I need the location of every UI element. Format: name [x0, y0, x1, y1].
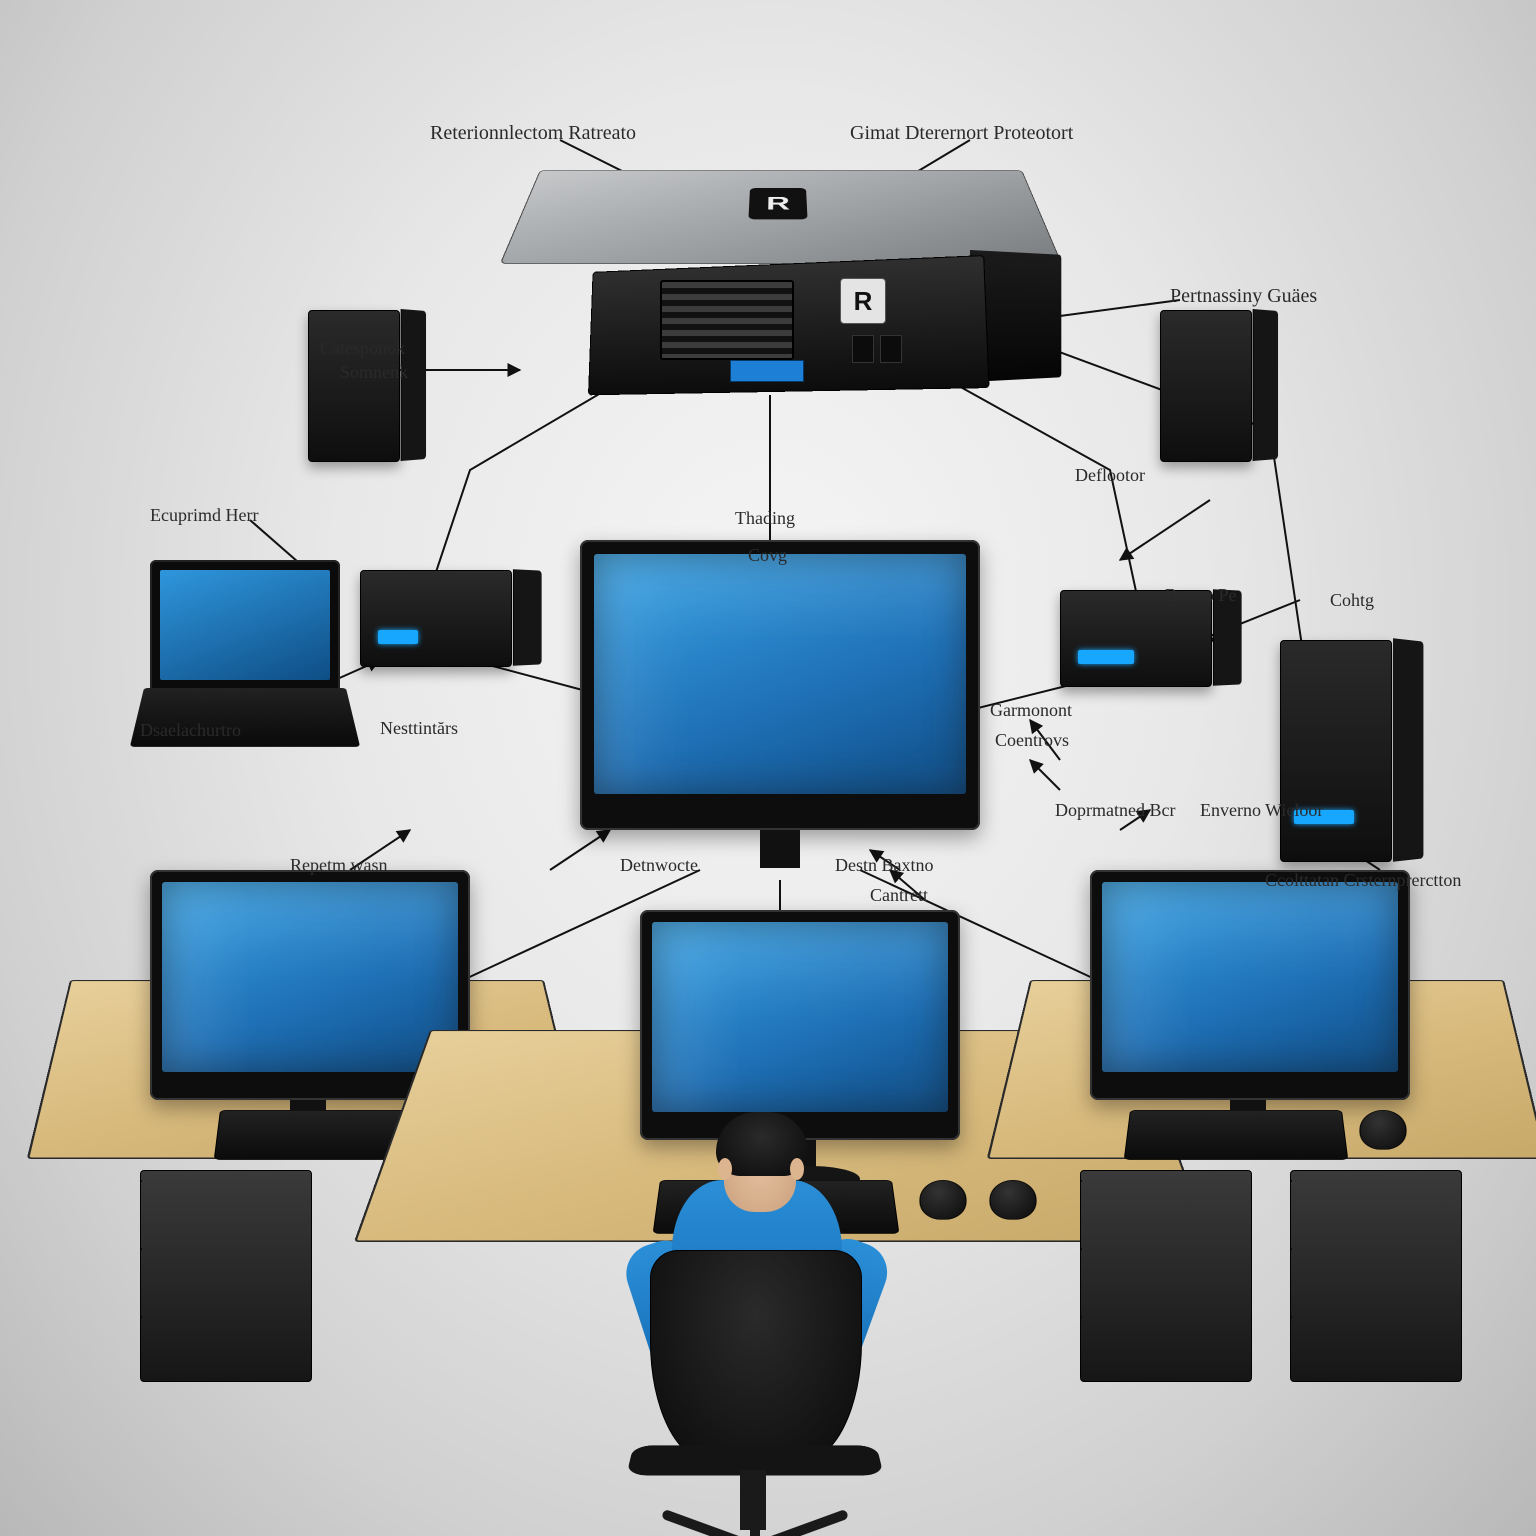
mouse-right	[1359, 1110, 1407, 1150]
label-covg: Covg	[748, 545, 787, 566]
label-dsaelachurtro: Dsaelachurtro	[140, 720, 241, 741]
label-catesponok-sub: Somnenk	[340, 362, 408, 383]
label-top-right: Gimat Dterernort Proteotort	[850, 122, 1073, 145]
label-detnwocte: Detnwocte	[620, 855, 698, 876]
mouse-center-2	[989, 1180, 1037, 1220]
mouse-center-1	[919, 1180, 967, 1220]
label-top-left: Reterionnlectom Ratreato	[430, 122, 636, 145]
central-server: R R	[540, 170, 1020, 390]
monitor-right	[1090, 870, 1410, 1100]
monitor-center	[640, 910, 960, 1140]
label-catesponok: Catesponok	[320, 338, 405, 359]
seated-user	[620, 1130, 880, 1430]
label-ccoltatan: Ccolttatan Crsternprerctton	[1265, 870, 1461, 891]
label-garmonont: Garmonont	[990, 700, 1072, 721]
central-monitor	[580, 540, 980, 830]
label-nesttintars: Nesttintărs	[380, 718, 458, 739]
label-enverno: Enverno Wieloor	[1200, 800, 1323, 821]
label-cohtg: Cohtg	[1330, 590, 1374, 611]
label-thading: Thading	[735, 508, 795, 529]
server-top-logo: R	[748, 188, 807, 219]
network-diagram: { "server": { "badge": "R", "logo": "R" …	[0, 0, 1536, 1536]
server-badge: R	[840, 278, 886, 324]
label-coentrovs: Coentrovs	[995, 730, 1069, 751]
label-right-guides: Pertnassiny Guäes	[1170, 285, 1317, 308]
label-repetmwasn: Repetm wasn	[290, 855, 387, 876]
label-deflootor: Deflootor	[1075, 465, 1145, 486]
label-dopmatned: Doprmatned Bcr	[1055, 800, 1175, 821]
label-bectso: Bectso Pe	[1165, 585, 1237, 606]
label-destnbaxtno: Destn Baxtno	[835, 855, 934, 876]
keyboard-right	[1124, 1110, 1349, 1160]
label-cantrett: Cantrett	[870, 885, 928, 906]
label-ecuprimd: Ecuprimd Herr	[150, 505, 258, 526]
